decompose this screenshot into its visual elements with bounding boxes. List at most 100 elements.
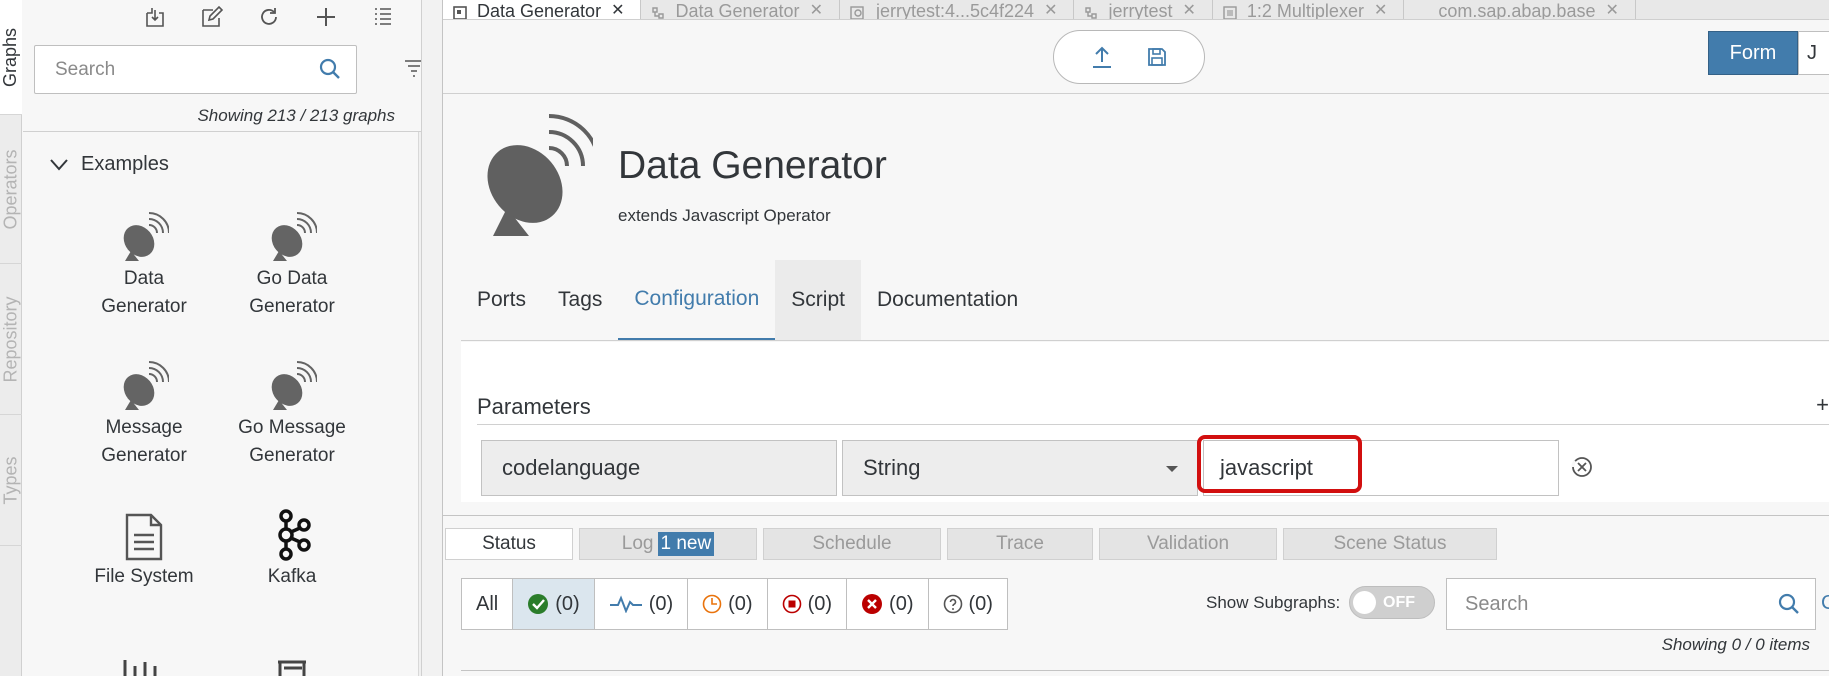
graph-item[interactable]: Kafka	[217, 503, 367, 591]
tab-tags[interactable]: Tags	[542, 260, 618, 340]
detail-tabs: Ports Tags Configuration Script Document…	[461, 260, 1034, 340]
filter-pending[interactable]: (0)	[688, 579, 768, 629]
graph-icon	[1085, 7, 1098, 19]
save-icon[interactable]	[1147, 47, 1167, 67]
dropdown-arrow-icon[interactable]	[1165, 465, 1179, 473]
parameter-type-select[interactable]: String	[842, 440, 1198, 496]
chart-icon	[123, 660, 157, 676]
graphs-panel: Search Showing 213 / 213 graphs Examples…	[23, 0, 443, 676]
close-icon[interactable]: ✕	[1044, 2, 1057, 19]
graph-item[interactable]: Data Generator	[69, 205, 219, 321]
satellite-dish-icon	[477, 110, 601, 245]
vtab-types[interactable]: Types	[0, 416, 22, 546]
graph-item[interactable]: File System	[69, 503, 219, 591]
tab-schedule[interactable]: Schedule	[763, 528, 941, 560]
close-icon[interactable]: ✕	[611, 2, 624, 19]
form-view-button[interactable]: Form	[1708, 31, 1798, 75]
highlight-annotation	[1197, 435, 1362, 493]
parameters-heading: Parameters	[477, 394, 591, 419]
divider	[443, 515, 1829, 516]
add-icon[interactable]	[297, 2, 354, 32]
tab-log[interactable]: Log 1 new	[579, 528, 757, 560]
status-search-input[interactable]: Search	[1446, 578, 1816, 630]
divider	[477, 424, 1829, 425]
graph-item[interactable]	[217, 652, 367, 676]
upload-icon[interactable]	[1091, 45, 1113, 69]
divider	[461, 340, 1829, 341]
vertical-tab-bar: Graphs Operators Repository Types	[0, 0, 22, 676]
close-icon[interactable]: ✕	[810, 2, 823, 19]
chevron-down-icon	[50, 158, 68, 171]
graph-item[interactable]: Go Message Generator	[217, 354, 367, 470]
log-badge: 1 new	[657, 532, 715, 556]
editor-action-bar	[1053, 30, 1205, 84]
operator-title: Data Generator	[618, 144, 887, 187]
document-icon	[125, 513, 163, 561]
filter-stopped[interactable]: (0)	[768, 579, 848, 629]
search-icon[interactable]	[318, 57, 342, 86]
graphs-toolbar	[126, 2, 411, 32]
close-icon[interactable]: ✕	[1605, 2, 1618, 19]
graph-item[interactable]	[69, 652, 219, 676]
refresh-link-icon[interactable]: C	[1821, 592, 1829, 615]
graph-search-input[interactable]: Search	[34, 45, 357, 94]
stop-icon	[782, 594, 801, 614]
graph-item[interactable]: Message Generator	[69, 354, 219, 470]
parameter-name-field[interactable]: codelanguage	[481, 440, 837, 496]
status-filter-bar: All (0) (0) (0) (0) (0) (0)	[461, 578, 1008, 630]
tab-documentation[interactable]: Documentation	[861, 260, 1034, 340]
pulse-icon	[609, 595, 642, 613]
filter-unknown[interactable]: (0)	[929, 579, 1007, 629]
edit-icon[interactable]	[183, 2, 240, 32]
import-icon[interactable]	[126, 2, 183, 32]
filter-error[interactable]: (0)	[847, 579, 929, 629]
tab-trace[interactable]: Trace	[947, 528, 1093, 560]
editor-tab[interactable]: jerrytest:4...5c4f224 ✕	[840, 0, 1075, 19]
check-circle-icon	[528, 594, 549, 614]
tab-status[interactable]: Status	[445, 528, 573, 560]
tab-validation[interactable]: Validation	[1099, 528, 1277, 560]
vtab-operators[interactable]: Operators	[0, 116, 22, 264]
close-icon[interactable]: ✕	[1374, 2, 1387, 19]
close-icon[interactable]: ✕	[1182, 2, 1195, 19]
graph-item[interactable]: Go Data Generator	[217, 205, 367, 321]
filter-all[interactable]: All	[462, 579, 514, 629]
show-subgraphs-toggle[interactable]: OFF	[1349, 586, 1435, 619]
vtab-graphs[interactable]: Graphs	[0, 0, 22, 115]
add-parameter-button[interactable]: +	[1816, 392, 1829, 418]
operator-editor: Data Generator ✕ Data Generator ✕ jerrytes…	[443, 0, 1829, 676]
vtab-repository[interactable]: Repository	[0, 265, 22, 415]
editor-tab[interactable]: com.sap.abap.base ✕	[1404, 0, 1636, 19]
list-icon[interactable]	[354, 2, 411, 32]
editor-tab[interactable]: jerrytest ✕	[1074, 0, 1213, 19]
search-icon[interactable]	[1777, 592, 1801, 621]
filter-ok[interactable]: (0)	[513, 579, 595, 629]
tab-ports[interactable]: Ports	[461, 260, 542, 340]
bottom-tabs: Status Log 1 new Schedule Trace Validatio…	[445, 528, 1497, 560]
satellite-dish-icon	[123, 361, 169, 410]
divider	[23, 131, 421, 132]
kafka-icon	[278, 509, 311, 561]
editor-tab[interactable]: 1:2 Multiplexer ✕	[1213, 0, 1405, 19]
html5-icon	[278, 660, 306, 676]
editor-tab[interactable]: Data Generator ✕	[443, 0, 642, 19]
clear-value-icon[interactable]	[1571, 456, 1593, 483]
refresh-icon[interactable]	[240, 2, 297, 32]
satellite-dish-icon	[271, 212, 317, 261]
satellite-dish-icon	[123, 212, 169, 261]
divider	[443, 93, 1829, 94]
configuration-card: Parameters + codelanguage String javascr…	[461, 342, 1829, 502]
show-subgraphs-label: Show Subgraphs:	[1206, 593, 1341, 612]
graph-icon	[652, 7, 665, 19]
divider	[461, 670, 1829, 671]
tab-script[interactable]: Script	[775, 260, 861, 340]
question-icon	[943, 594, 962, 614]
panel-splitter[interactable]	[421, 0, 443, 676]
examples-section-header[interactable]: Examples	[49, 153, 169, 176]
tab-configuration[interactable]: Configuration	[618, 260, 776, 340]
item-count: Showing 0 / 0 items	[1661, 635, 1810, 654]
editor-tab[interactable]: Data Generator ✕	[641, 0, 840, 19]
filter-running[interactable]: (0)	[595, 579, 689, 629]
json-view-button[interactable]: J	[1798, 31, 1829, 75]
tab-scene-status[interactable]: Scene Status	[1283, 528, 1497, 560]
